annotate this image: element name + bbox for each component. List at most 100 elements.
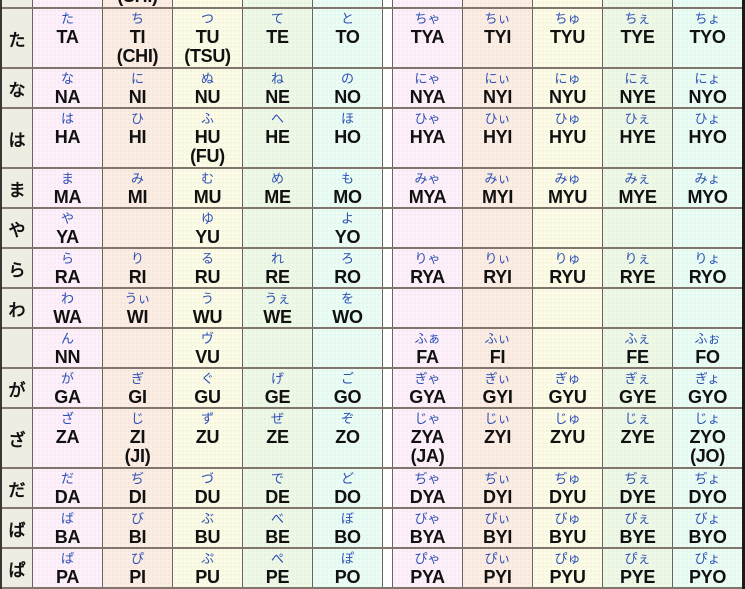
romaji-label: MI: [127, 187, 148, 207]
empty-cell: [313, 329, 383, 367]
empty-cell: [603, 209, 673, 247]
kana-cell: わ WA: [33, 289, 103, 327]
romaji-label: PYE: [619, 567, 656, 587]
kana-cell: ぼ BO: [313, 509, 383, 547]
romaji-label: ZYI: [483, 427, 512, 447]
kana-cell: ず ZU: [173, 409, 243, 467]
kana-label: じ: [130, 412, 144, 427]
romaji-label: BYE: [619, 527, 656, 547]
kana-cell: ぱ PA: [33, 549, 103, 587]
yoon-cell: じょ ZYO (JO): [673, 409, 742, 467]
romaji-label: PYU: [549, 567, 586, 587]
row-header: ま: [2, 169, 33, 207]
yoon-cell: びょ BYO: [673, 509, 742, 547]
yoon-cell: ぢゃ DYA: [393, 469, 463, 507]
kana-label: ふぃ: [484, 332, 511, 347]
romaji-label: RYU: [549, 267, 586, 287]
kana-cell: ざ ZA: [33, 409, 103, 467]
table-row: やや YA ゆ YU よ YO: [2, 209, 742, 249]
column-gap-divider: [383, 9, 393, 67]
romaji-label: BI: [128, 527, 147, 547]
table-row: はは HA ひ HI ふ HU (FU) へ HE ほ HO ひゃ HYA ひぃ HYI ひゅ HYU ひぇ HYE…: [2, 109, 742, 169]
romaji-label: HE: [265, 127, 290, 147]
yoon-cell: ちぇ TYE: [603, 9, 673, 67]
romaji-label: YU: [195, 227, 220, 247]
yoon-cell: ひょ HYO: [673, 109, 742, 167]
romaji-label: HYU: [548, 127, 587, 147]
romaji-label: HYI: [482, 127, 513, 147]
empty-cell: [533, 329, 603, 367]
kana-label: り: [130, 252, 144, 267]
yoon-cell: にょ NYO: [673, 69, 742, 107]
romaji-label: NO: [334, 87, 361, 107]
romaji-alt-label: (TSU): [184, 46, 231, 66]
yoon-cell: ちょ TYO: [673, 9, 742, 67]
row-header: た: [2, 9, 33, 67]
romaji-label: MYE: [618, 187, 657, 207]
romaji-alt-label: (JA): [410, 446, 445, 466]
kana-cell: ら RA: [33, 249, 103, 287]
kana-cell: な NA: [33, 69, 103, 107]
romaji-label: MU: [193, 187, 222, 207]
kana-label: の: [340, 72, 354, 87]
kana-label: ぬ: [200, 72, 214, 87]
kana-label: ぎょ: [694, 372, 721, 387]
empty-cell: [673, 0, 742, 7]
kana-label: りぃ: [484, 252, 511, 267]
kana-label: ぼ: [340, 512, 354, 527]
romaji-label: PA: [55, 567, 80, 587]
kana-label: が: [60, 372, 74, 387]
romaji-label: NE: [265, 87, 290, 107]
romaji-label: BYA: [409, 527, 446, 547]
romaji-label: MYA: [408, 187, 447, 207]
kana-label: にぃ: [484, 72, 511, 87]
yoon-cell: ぴゃ PYA: [393, 549, 463, 587]
column-gap-divider: [383, 409, 393, 467]
romaji-label: MYO: [687, 187, 728, 207]
romaji-label: TYA: [410, 27, 445, 47]
romaji-label: DYE: [619, 487, 656, 507]
yoon-cell: みゅ MYU: [533, 169, 603, 207]
kana-label: ゆ: [200, 212, 214, 227]
row-header: や: [2, 209, 33, 247]
yoon-cell: にゃ NYA: [393, 69, 463, 107]
kana-label: りゃ: [414, 252, 441, 267]
kana-cell: ふ HU (FU): [173, 109, 243, 167]
kana-label: べ: [270, 512, 284, 527]
romaji-label: MA: [53, 187, 82, 207]
column-gap-divider: [383, 169, 393, 207]
kana-label: ひゃ: [414, 112, 441, 127]
kana-label: ふぇ: [624, 332, 651, 347]
kana-cell: を WO: [313, 289, 383, 327]
empty-cell: [243, 0, 313, 7]
yoon-cell: ぎぃ GYI: [463, 369, 533, 407]
kana-label: ぢ: [130, 472, 144, 487]
romaji-label: TO: [335, 27, 360, 47]
kana-cell: げ GE: [243, 369, 313, 407]
kana-cell: ば BA: [33, 509, 103, 547]
romaji-label: ZI: [129, 427, 146, 447]
empty-cell: [463, 209, 533, 247]
empty-cell: [33, 0, 103, 7]
kana-label: ぱ: [60, 552, 74, 567]
yoon-cell: ぴぃ PYI: [463, 549, 533, 587]
kana-cell: む MU: [173, 169, 243, 207]
kana-cell: ろ RO: [313, 249, 383, 287]
romaji-label: ZYO: [689, 427, 726, 447]
kana-cell: た TA: [33, 9, 103, 67]
romaji-label: RO: [334, 267, 361, 287]
romaji-label: PO: [334, 567, 361, 587]
kana-label: じょ: [694, 412, 721, 427]
romaji-label: ZA: [55, 427, 80, 447]
kana-label: みゅ: [554, 172, 581, 187]
kana-label: ちょ: [694, 12, 721, 27]
kana-label: ぷ: [200, 552, 214, 567]
table-row: たた TA ち TI (CHI) つ TU (TSU) て TE と TO ちゃ TYA ちぃ TYI ちゅ TY…: [2, 9, 742, 69]
kana-label: ず: [200, 412, 214, 427]
kana-label: ぴぇ: [624, 552, 651, 567]
kana-label: じゃ: [414, 412, 441, 427]
kana-label: みゃ: [414, 172, 441, 187]
kana-cell: み MI: [103, 169, 173, 207]
kana-cell: つ TU (TSU): [173, 9, 243, 67]
kana-label: にゅ: [554, 72, 581, 87]
